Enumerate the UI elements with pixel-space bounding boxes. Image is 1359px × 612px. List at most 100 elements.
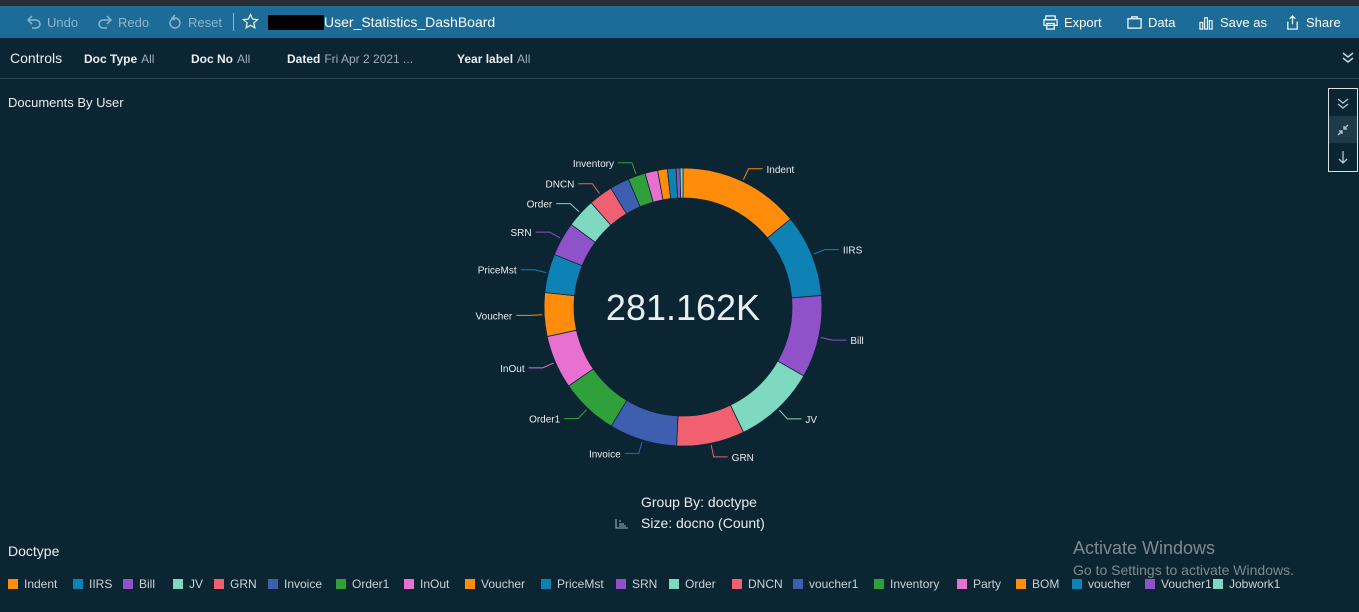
legend-item-inventory[interactable]: Inventory [874,577,939,591]
star-icon[interactable] [242,13,259,30]
legend-swatch [1072,579,1082,589]
leader-line [564,409,587,419]
visual-title: Documents By User [8,95,124,110]
leader-line [813,249,839,255]
control-doc-type[interactable]: Doc Type All [84,52,154,66]
legend-item-voucher1[interactable]: Voucher1 [1145,577,1212,591]
slice-label: InOut [500,364,525,375]
windows-activation-title: Activate Windows [1073,538,1216,558]
slice-label: DNCN [545,180,574,191]
control-dated[interactable]: Dated Fri Apr 2 2021 ... [287,52,413,66]
donut-slice-grn[interactable] [676,404,744,447]
legend-label: GRN [230,577,257,591]
legend-swatch [1145,579,1155,589]
double-chevron-down-icon[interactable] [1341,50,1355,64]
dashboard-title: User_Statistics_DashBoard [324,14,496,30]
legend-swatch [541,579,551,589]
control-name: Dated [287,52,321,66]
slice-label: Invoice [589,449,621,460]
legend-title: Doctype [8,543,60,559]
slice-label: JV [805,415,817,426]
briefcase-icon [1127,15,1142,29]
slice-label: SRN [510,228,531,239]
control-doc-no[interactable]: Doc No All [191,52,250,66]
leader-line [578,183,600,194]
undo-button[interactable]: Undo [26,6,78,38]
legend-item-srn[interactable]: SRN [616,577,657,591]
donut-slice-voucher[interactable] [543,292,577,338]
legend-item-bill[interactable]: Bill [123,577,155,591]
control-value: All [517,52,531,66]
control-value: All [237,52,251,66]
save-as-button[interactable]: Save as [1199,6,1267,38]
leader-line [778,409,802,420]
size-by-text: Size: docno (Count) [641,515,765,531]
donut-slice-jv[interactable] [729,360,805,433]
legend-item-dncn[interactable]: DNCN [732,577,783,591]
legend-item-party[interactable]: Party [957,577,1001,591]
size-icon [615,519,628,529]
save-as-label: Save as [1220,14,1267,30]
arrow-down-icon [1338,150,1348,164]
legend-label: Order1 [352,577,390,591]
slice-label: Order1 [529,414,561,425]
legend-swatch [465,579,475,589]
legend-label: SRN [632,577,658,591]
dashboard-toolbar: Undo Redo Reset User_Statistics_DashBoar… [0,6,1359,38]
legend-item-order1[interactable]: Order1 [336,577,389,591]
legend-item-grn[interactable]: GRN [214,577,257,591]
donut-slice-jobwork1[interactable] [679,167,684,199]
donut-slice-indent[interactable] [682,167,792,239]
donut-center-value: 281.162K [605,287,761,328]
reset-label: Reset [188,14,222,30]
legend-item-bom[interactable]: BOM [1016,577,1059,591]
redo-button[interactable]: Redo [97,6,149,38]
share-button[interactable]: Share [1285,6,1341,38]
legend-label: BOM [1032,577,1060,591]
slice-label: Indent [767,165,795,176]
data-button[interactable]: Data [1127,6,1175,38]
donut-slice-bill[interactable] [777,295,823,377]
slice-label: Inventory [573,159,614,170]
control-value: All [141,52,155,66]
legend-item-indent[interactable]: Indent [8,577,57,591]
legend-item-invoice[interactable]: Invoice [268,577,322,591]
export-label: Export [1064,14,1102,30]
collapse-icon [1337,124,1349,135]
share-label: Share [1306,14,1341,30]
reset-button[interactable]: Reset [167,6,222,38]
share-icon [1287,14,1298,30]
legend-item-voucher[interactable]: Voucher [465,577,525,591]
legend-label: Inventory [890,577,940,591]
legend-label: DNCN [748,577,783,591]
toolbar-divider [233,13,234,31]
collapse-button[interactable] [1329,116,1357,143]
legend-item-inout[interactable]: InOut [404,577,449,591]
legend-label: Order [685,577,716,591]
legend-item-voucher[interactable]: voucher [1072,577,1131,591]
slice-label: Order [527,200,553,211]
leader-line [624,441,643,454]
legend-label: Voucher [481,577,526,591]
legend-label: Voucher1 [1161,577,1212,591]
export-button[interactable]: Export [1043,6,1102,38]
legend-item-voucher1[interactable]: voucher1 [793,577,858,591]
control-value: Fri Apr 2 2021 ... [324,52,414,66]
slice-label: Voucher [476,311,513,322]
printer-icon [1043,14,1058,30]
legend-swatch [173,579,183,589]
control-name: Doc Type [84,52,138,66]
slice-label: Bill [850,336,863,347]
legend-item-jobwork1[interactable]: Jobwork1 [1213,577,1280,591]
controls-label[interactable]: Controls [10,50,62,66]
legend-item-jv[interactable]: JV [173,577,203,591]
legend-label: Party [973,577,1002,591]
legend-item-pricemst[interactable]: PriceMst [541,577,604,591]
control-year-label[interactable]: Year label All [457,52,530,66]
leader-line [710,445,728,458]
legend-swatch [1016,579,1026,589]
legend-item-iirs[interactable]: IIRS [73,577,112,591]
legend-item-order[interactable]: Order [669,577,716,591]
drill-down-button[interactable] [1329,143,1357,170]
expand-controls-button[interactable] [1329,89,1357,116]
